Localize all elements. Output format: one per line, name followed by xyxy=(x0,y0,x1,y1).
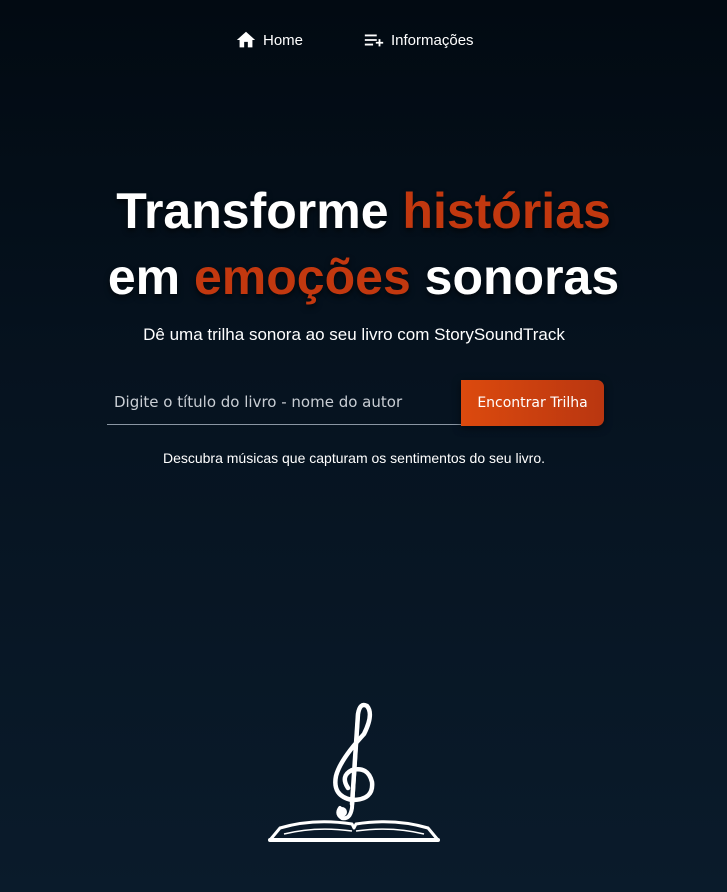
search-input[interactable] xyxy=(107,380,461,425)
hero-subtitle: Dê uma trilha sonora ao seu livro com St… xyxy=(143,325,565,344)
top-nav: Home Informações xyxy=(0,28,727,52)
nav-item-informacoes[interactable]: Informações xyxy=(363,28,474,52)
home-icon xyxy=(235,29,257,51)
nav-item-home[interactable]: Home xyxy=(235,28,303,52)
hero-title-accent: emoções xyxy=(193,249,411,305)
tagline: Descubra músicas que capturam os sentime… xyxy=(162,450,546,466)
hero-title-accent: histórias xyxy=(402,183,611,239)
hero-title: Transforme histórias em emoções sonoras xyxy=(0,178,727,310)
find-soundtrack-button[interactable]: Encontrar Trilha xyxy=(461,380,604,426)
search-form: Encontrar Trilha xyxy=(107,380,604,426)
treble-clef-book-icon xyxy=(264,700,444,850)
nav-item-label: Informações xyxy=(391,31,474,49)
nav-item-label: Home xyxy=(263,31,304,49)
hero-title-text: sonoras xyxy=(410,249,620,305)
playlist-add-icon xyxy=(363,29,385,51)
hero-title-text: em xyxy=(107,249,194,305)
hero-title-text: Transforme xyxy=(116,183,403,239)
